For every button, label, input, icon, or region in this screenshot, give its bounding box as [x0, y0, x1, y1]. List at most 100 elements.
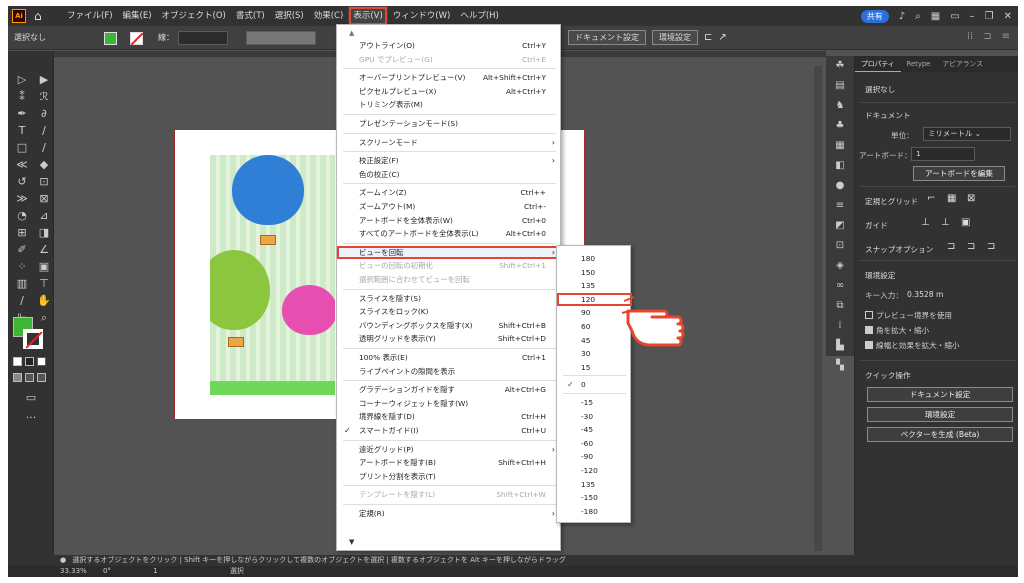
- gradient-icon[interactable]: ◨: [35, 226, 53, 240]
- view-menu-item[interactable]: ✓ スマートガイド(I) Ctrl+U: [337, 424, 562, 437]
- view-menu-item[interactable]: ビューを回転 ›: [337, 245, 562, 259]
- close-icon[interactable]: ✕: [1004, 11, 1012, 22]
- search-icon[interactable]: ⌕: [915, 11, 921, 22]
- view-menu-item[interactable]: すべてのアートボードを全体表示(L) Alt+Ctrl+0: [337, 227, 562, 240]
- view-menu-item[interactable]: プレゼンテーションモード(S): [337, 117, 562, 130]
- view-menu-item[interactable]: アートボードを全体表示(W) Ctrl+0: [337, 214, 562, 227]
- tab-appearance[interactable]: アピアランス: [936, 56, 989, 72]
- gradient-mode-icon[interactable]: [25, 357, 34, 366]
- artboard-number[interactable]: 1: [153, 567, 157, 575]
- key-increment-value[interactable]: 0.3528 m: [907, 290, 943, 299]
- rotation-value[interactable]: 0°: [103, 567, 111, 575]
- stroke-icon[interactable]: ≡: [826, 196, 854, 216]
- export-icon[interactable]: ↗: [718, 32, 726, 43]
- transparency-icon[interactable]: ⊡: [826, 236, 854, 256]
- view-menu-item[interactable]: スライスを隠す(S): [337, 292, 562, 305]
- line-tool-icon[interactable]: ∕: [35, 124, 53, 138]
- scale-strokes-option[interactable]: 線幅と効果を拡大・縮小: [865, 340, 960, 351]
- menu-2[interactable]: オブジェクト(O): [157, 6, 231, 26]
- layers-icon[interactable]: ▤: [826, 76, 854, 96]
- snap-pixel-icon[interactable]: ⊐: [967, 241, 975, 252]
- view-menu-item[interactable]: ピクセルプレビュー(X) Alt+Ctrl+Y: [337, 85, 562, 98]
- none-mode-icon[interactable]: [37, 357, 46, 366]
- brushes-icon[interactable]: ♣: [826, 116, 854, 136]
- rotate-option[interactable]: -30: [557, 410, 632, 423]
- links-icon[interactable]: ∞: [826, 276, 854, 296]
- lasso-icon[interactable]: ℛ: [35, 90, 53, 104]
- variable-width-field[interactable]: [246, 31, 316, 45]
- rotate-option[interactable]: 135: [557, 478, 632, 491]
- measure-icon[interactable]: ∠: [35, 243, 53, 257]
- ruler-icon[interactable]: ⌐: [927, 193, 935, 204]
- tab-properties[interactable]: プロパティ: [855, 56, 901, 72]
- snap-point-icon[interactable]: ⊐: [947, 241, 955, 252]
- rotate-option[interactable]: -15: [557, 396, 632, 409]
- rectangle-tool-icon[interactable]: □: [13, 141, 31, 155]
- rotate-option[interactable]: -150: [557, 491, 632, 504]
- menu-8[interactable]: ヘルプ(H): [455, 6, 504, 26]
- fill-swatch[interactable]: [104, 32, 117, 45]
- rotate-option[interactable]: -120: [557, 464, 632, 477]
- artboards-icon[interactable]: ⧉: [826, 296, 854, 316]
- rotate-option[interactable]: ✓ 0: [557, 378, 632, 391]
- hand-tool-icon[interactable]: ✋: [35, 294, 53, 308]
- width-tool-icon[interactable]: ≫: [13, 192, 31, 206]
- view-menu-item[interactable]: アートボードを隠す(B) Shift+Ctrl+H: [337, 456, 562, 469]
- menu-0[interactable]: ファイル(F): [62, 6, 118, 26]
- pathfinder-icon[interactable]: ▙: [826, 336, 854, 356]
- scale-tool-icon[interactable]: ⊡: [35, 175, 53, 189]
- direct-selection-tool-icon[interactable]: ▶: [35, 73, 53, 87]
- view-menu-item[interactable]: 境界線を隠す(D) Ctrl+H: [337, 410, 562, 423]
- lock-guides-icon[interactable]: ⊥: [941, 217, 950, 228]
- swatches-icon[interactable]: ▦: [826, 136, 854, 156]
- rotate-option[interactable]: -90: [557, 450, 632, 463]
- view-menu-item[interactable]: スクリーンモード ›: [337, 136, 562, 149]
- draw-inside-icon[interactable]: [37, 373, 46, 382]
- screen-mode-icon[interactable]: ▭: [22, 391, 40, 405]
- curvature-tool-icon[interactable]: ∂: [35, 107, 53, 121]
- color-mode-icon[interactable]: [13, 357, 22, 366]
- libraries-icon[interactable]: ☘: [826, 56, 854, 76]
- bell-icon[interactable]: ♪: [899, 11, 905, 22]
- slice-tool-icon[interactable]: ∕: [13, 294, 31, 308]
- menu-5[interactable]: 効果(C): [309, 6, 349, 26]
- snap-glyph-icon[interactable]: ⊐: [987, 241, 995, 252]
- menu-6[interactable]: 表示(V): [348, 6, 388, 26]
- view-menu-item[interactable]: 色の校正(C): [337, 168, 562, 181]
- rotate-option[interactable]: 135: [557, 279, 632, 292]
- generate-vectors-button[interactable]: ベクターを生成 (Beta): [867, 427, 1013, 442]
- rotate-option[interactable]: 180: [557, 252, 632, 265]
- artboard-tool-icon[interactable]: ⊤: [35, 277, 53, 291]
- menu-scroll-down-icon[interactable]: ▼: [349, 538, 354, 546]
- zoom-tool-icon[interactable]: ⌕: [35, 311, 53, 325]
- align-panel-icon[interactable]: ⁞: [826, 316, 854, 336]
- menu-3[interactable]: 書式(T): [231, 6, 270, 26]
- view-menu-item[interactable]: ズームイン(Z) Ctrl++: [337, 186, 562, 199]
- paintbrush-icon[interactable]: ∕: [35, 141, 53, 155]
- transform-icon[interactable]: ▚: [826, 356, 854, 376]
- preview-bounds-option[interactable]: プレビュー境界を使用: [865, 310, 952, 321]
- edit-artboard-button[interactable]: アートボードを編集: [913, 166, 1005, 181]
- stroke-weight-field[interactable]: [178, 31, 228, 45]
- menu-scroll-up-icon[interactable]: ▲: [349, 29, 354, 37]
- column-graph-icon[interactable]: ▥: [13, 277, 31, 291]
- appearance-icon[interactable]: ◈: [826, 256, 854, 276]
- quick-preferences-button[interactable]: 環境設定: [867, 407, 1013, 422]
- gradient-panel-icon[interactable]: ◩: [826, 216, 854, 236]
- symbols-icon[interactable]: ♞: [826, 96, 854, 116]
- blend-icon[interactable]: ⁘: [13, 260, 31, 274]
- rotate-option[interactable]: -60: [557, 437, 632, 450]
- draw-normal-icon[interactable]: [13, 373, 22, 382]
- view-menu-item[interactable]: 100% 表示(E) Ctrl+1: [337, 351, 562, 364]
- menu-7[interactable]: ウィンドウ(W): [388, 6, 456, 26]
- show-guides-icon[interactable]: ⊥: [921, 217, 930, 228]
- shape-builder-icon[interactable]: ◔: [13, 209, 31, 223]
- stroke-swatch[interactable]: [130, 32, 143, 45]
- vertical-scrollbar[interactable]: [814, 66, 822, 551]
- rotate-option[interactable]: -180: [557, 505, 632, 518]
- grid-icon[interactable]: ⁞⁞: [967, 31, 973, 42]
- restore-icon[interactable]: ❐: [985, 11, 994, 22]
- document-setup-button[interactable]: ドキュメント設定: [568, 30, 646, 45]
- zoom-level[interactable]: 33.33%: [60, 567, 87, 575]
- view-menu-item[interactable]: トリミング表示(M): [337, 98, 562, 111]
